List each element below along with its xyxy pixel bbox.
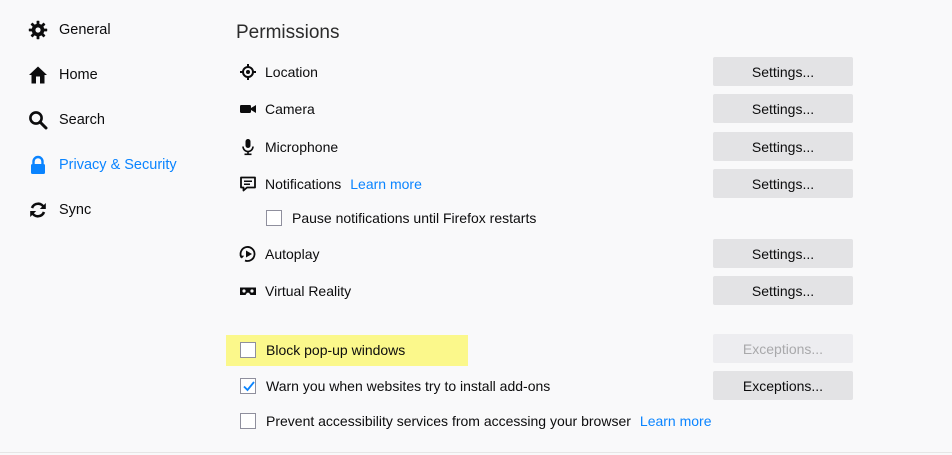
pause-notifications-row: Pause notifications until Firefox restar… [266, 206, 536, 230]
permission-row-autoplay: Autoplay [238, 240, 319, 268]
permission-label: Camera [265, 101, 315, 117]
lock-icon [28, 155, 48, 175]
permission-label: Autoplay [265, 246, 320, 262]
location-settings-button[interactable]: Settings... [713, 57, 853, 86]
block-popups-label: Block pop-up windows [266, 342, 406, 358]
permission-row-virtual-reality: Virtual Reality [238, 277, 351, 305]
permission-row-notifications: Notifications Learn more [238, 170, 422, 198]
sidebar-item-sync[interactable]: Sync [28, 197, 91, 223]
vr-headset-icon [238, 281, 258, 301]
button-label: Settings... [751, 175, 815, 192]
button-label: Settings... [751, 138, 815, 155]
accessibility-row: Prevent accessibility services from acce… [240, 409, 712, 433]
section-title-permissions: Permissions [236, 22, 340, 43]
permission-label: Microphone [265, 139, 339, 155]
notifications-icon [238, 174, 258, 194]
pause-notifications-label: Pause notifications until Firefox restar… [292, 210, 537, 226]
permission-label: Virtual Reality [265, 283, 352, 299]
sidebar-item-home[interactable]: Home [28, 62, 98, 88]
home-icon [28, 65, 48, 85]
sidebar-item-label: Privacy & Security [59, 157, 177, 173]
accessibility-label: Prevent accessibility services from acce… [266, 413, 631, 429]
camera-icon [238, 99, 258, 119]
sync-icon [28, 200, 48, 220]
warn-addons-row: Warn you when websites try to install ad… [240, 374, 550, 398]
block-popups-row: Block pop-up windows [240, 338, 405, 362]
microphone-settings-button[interactable]: Settings... [713, 132, 853, 161]
button-label: Settings... [751, 100, 815, 117]
block-popups-exceptions-button[interactable]: Exceptions... [713, 334, 853, 363]
location-icon [238, 62, 258, 82]
sidebar-item-privacy-security[interactable]: Privacy & Security [28, 152, 177, 178]
button-label: Exceptions... [742, 340, 824, 357]
pause-notifications-checkbox[interactable] [266, 210, 282, 226]
gear-icon [28, 20, 48, 40]
accessibility-learn-more-link[interactable]: Learn more [640, 413, 712, 429]
button-label: Settings... [751, 282, 815, 299]
autoplay-settings-button[interactable]: Settings... [713, 239, 853, 268]
accessibility-checkbox[interactable] [240, 413, 256, 429]
permission-label: Location [265, 64, 318, 80]
button-label: Exceptions... [742, 377, 824, 394]
sidebar-item-search[interactable]: Search [28, 107, 105, 133]
notifications-settings-button[interactable]: Settings... [713, 169, 853, 198]
notifications-learn-more-link[interactable]: Learn more [350, 176, 422, 192]
button-label: Settings... [751, 63, 815, 80]
microphone-icon [238, 137, 258, 157]
virtual-reality-settings-button[interactable]: Settings... [713, 276, 853, 305]
sidebar-item-label: Home [59, 67, 98, 83]
bottom-divider [0, 452, 952, 453]
camera-settings-button[interactable]: Settings... [713, 94, 853, 123]
autoplay-icon [238, 244, 258, 264]
search-icon [28, 110, 48, 130]
permission-row-microphone: Microphone [238, 133, 338, 161]
permission-label: Notifications [265, 176, 342, 192]
sidebar-item-label: Sync [59, 202, 92, 218]
warn-addons-exceptions-button[interactable]: Exceptions... [713, 371, 853, 400]
permission-row-camera: Camera [238, 95, 315, 123]
warn-addons-label: Warn you when websites try to install ad… [266, 378, 551, 394]
button-label: Settings... [751, 245, 815, 262]
permission-row-location: Location [238, 58, 318, 86]
warn-addons-checkbox[interactable] [240, 378, 256, 394]
checkmark-icon [243, 381, 255, 392]
sidebar-item-general[interactable]: General [28, 17, 111, 43]
sidebar-item-label: Search [59, 112, 105, 128]
block-popups-checkbox[interactable] [240, 342, 256, 358]
sidebar-item-label: General [59, 22, 111, 38]
